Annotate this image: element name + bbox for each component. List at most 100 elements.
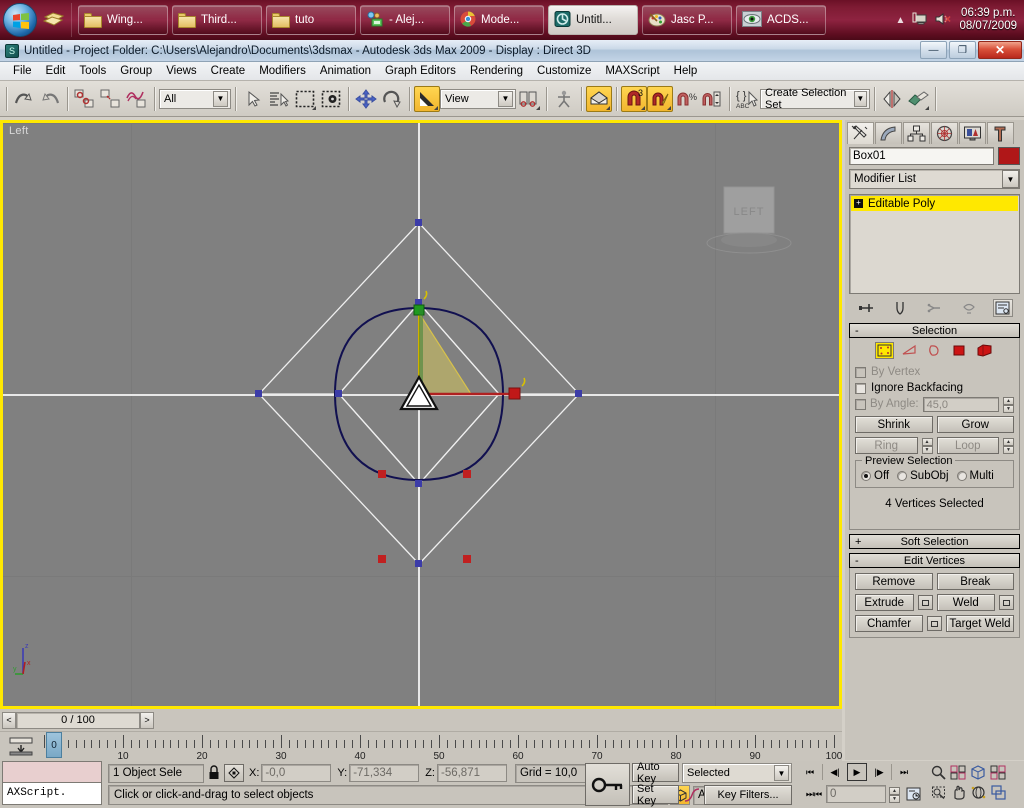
key-filter-combo[interactable]: Selected ▼ (682, 763, 792, 783)
percent-snap-toggle-icon[interactable] (647, 85, 673, 112)
object-name-input[interactable]: Box01 (849, 147, 994, 165)
prev-frame-button[interactable]: < (2, 711, 16, 729)
menu-file[interactable]: File (6, 63, 39, 79)
current-frame-field[interactable]: 0 (826, 785, 886, 803)
weld-settings-button[interactable] (999, 595, 1014, 610)
selection-filter-combo[interactable]: All ▼ (159, 88, 231, 109)
expander-icon[interactable]: + (854, 199, 863, 208)
edit-named-selection-sets-icon[interactable]: { } ABC (734, 86, 760, 112)
absolute-relative-transform-icon[interactable] (224, 764, 244, 782)
clock[interactable]: 06:39 p.m. 08/07/2009 (959, 7, 1017, 33)
utilities-tab[interactable] (987, 122, 1014, 144)
taskbar-item-4[interactable]: Mode... (454, 5, 544, 35)
menu-modifiers[interactable]: Modifiers (252, 63, 313, 79)
select-and-link-icon[interactable] (72, 86, 98, 112)
soft-selection-rollout-header[interactable]: + Soft Selection (849, 534, 1020, 549)
maximize-viewport-toggle-icon[interactable] (988, 782, 1008, 802)
by-angle-spinner[interactable]: ▲ ▼ (1003, 396, 1014, 413)
border-subobject-icon[interactable] (925, 342, 944, 359)
pan-icon[interactable] (948, 782, 968, 802)
zoom-icon[interactable] (928, 762, 948, 782)
time-configuration-icon[interactable] (903, 785, 923, 803)
viewport-left[interactable]: Left LEFT z y x (3, 123, 839, 706)
target-weld-button[interactable]: Target Weld (946, 615, 1014, 632)
spinner-snap-toggle-icon[interactable]: % (673, 86, 699, 112)
open-mini-curve-editor-icon[interactable] (8, 736, 34, 756)
menu-tools[interactable]: Tools (72, 63, 113, 79)
frame-ruler[interactable]: 10 20 30 40 50 60 70 80 90 100 (44, 734, 842, 762)
zoom-extents-icon[interactable] (968, 762, 988, 782)
unlink-selection-icon[interactable] (98, 86, 124, 112)
extrude-button[interactable]: Extrude (855, 594, 914, 611)
object-color-swatch[interactable] (998, 147, 1020, 165)
motion-tab[interactable] (931, 122, 958, 144)
select-and-move-icon[interactable] (353, 86, 379, 112)
chevron-down-icon[interactable]: ▼ (213, 90, 228, 107)
modifier-list-combo[interactable]: Modifier List ▼ (849, 169, 1020, 189)
named-selection-set-combo[interactable]: Create Selection Set ▼ (760, 87, 870, 111)
by-vertex-checkbox[interactable] (855, 366, 866, 378)
set-key-mode-toggle-icon[interactable] (585, 763, 630, 806)
current-frame-spinner[interactable]: ▲ ▼ (889, 786, 900, 803)
chevron-up-icon[interactable]: ▲ (896, 15, 906, 26)
key-filters-button[interactable]: Key Filters... (704, 785, 792, 805)
maxscript-input-pink[interactable] (2, 761, 102, 783)
weld-button[interactable]: Weld (936, 594, 995, 611)
set-key-filters-curve-icon[interactable] (682, 785, 702, 805)
z-coordinate-field[interactable]: -56,871 (436, 764, 507, 782)
loop-spinner[interactable]: ▲ ▼ (1003, 438, 1014, 454)
menu-create[interactable]: Create (204, 63, 253, 79)
selection-lock-toggle-icon[interactable] (204, 765, 224, 781)
stack-item-editable-poly[interactable]: + Editable Poly (851, 196, 1018, 211)
taskbar-item-0[interactable]: Wing... (78, 5, 168, 35)
create-tab[interactable] (847, 122, 874, 144)
element-subobject-icon[interactable] (975, 342, 994, 359)
menu-animation[interactable]: Animation (313, 63, 378, 79)
preview-multi-radio[interactable]: Multi (956, 470, 994, 482)
time-slider-field[interactable]: 0 / 100 (16, 711, 140, 729)
maximize-button[interactable]: ❐ (949, 41, 976, 59)
by-angle-field[interactable]: 45,0 (922, 396, 999, 412)
redo-icon[interactable] (37, 86, 63, 112)
align-icon[interactable] (905, 86, 931, 112)
ring-spinner[interactable]: ▲ ▼ (921, 438, 933, 454)
modify-tab[interactable] (875, 122, 902, 144)
menu-help[interactable]: Help (667, 63, 705, 79)
next-frame-button[interactable]: |▶ (869, 763, 889, 781)
track-bar[interactable]: 10 20 30 40 50 60 70 80 90 100 0 (0, 731, 842, 762)
make-unique-icon[interactable] (924, 299, 944, 317)
polygon-subobject-icon[interactable] (950, 342, 969, 359)
menu-customize[interactable]: Customize (530, 63, 598, 79)
chevron-down-icon[interactable]: ▼ (1002, 170, 1019, 188)
rollout-expander-icon[interactable]: + (855, 536, 861, 548)
edit-vertices-rollout-header[interactable]: - Edit Vertices (849, 553, 1020, 568)
chamfer-button[interactable]: Chamfer (855, 615, 923, 632)
taskbar-item-2[interactable]: tuto (266, 5, 356, 35)
taskbar-item-6[interactable]: Jasc P... (642, 5, 732, 35)
zoom-all-icon[interactable] (948, 762, 968, 782)
previous-frame-button[interactable]: ◀| (825, 763, 845, 781)
remove-modifier-icon[interactable] (959, 299, 979, 317)
play-animation-button[interactable]: ▶ (847, 763, 867, 781)
bind-to-space-warp-icon[interactable] (124, 86, 150, 112)
select-object-icon[interactable] (240, 86, 266, 112)
select-by-name-icon[interactable] (266, 86, 292, 112)
maxscript-output-white[interactable]: AXScript. (2, 783, 102, 805)
key-mode-toggle-button[interactable]: ⏭⏮ (805, 785, 823, 803)
next-frame-button[interactable]: > (140, 711, 154, 729)
time-slider-handle[interactable]: 0 (46, 732, 62, 758)
by-vertex-row[interactable]: By Vertex (855, 364, 1014, 380)
menu-group[interactable]: Group (113, 63, 159, 79)
by-angle-checkbox[interactable] (855, 398, 866, 410)
spinner-snap-percent-icon[interactable] (699, 86, 725, 112)
use-pivot-point-center-icon[interactable] (516, 86, 542, 112)
taskbar-item-1[interactable]: Third... (172, 5, 262, 35)
x-coordinate-field[interactable]: -0,0 (261, 764, 332, 782)
mirror-icon[interactable] (879, 86, 905, 112)
undo-icon[interactable] (11, 86, 37, 112)
break-button[interactable]: Break (936, 573, 1014, 590)
vertex-subobject-icon[interactable] (875, 342, 894, 359)
network-icon[interactable] (912, 12, 928, 29)
rollout-expander-icon[interactable]: - (855, 555, 859, 567)
arc-rotate-icon[interactable] (968, 782, 988, 802)
